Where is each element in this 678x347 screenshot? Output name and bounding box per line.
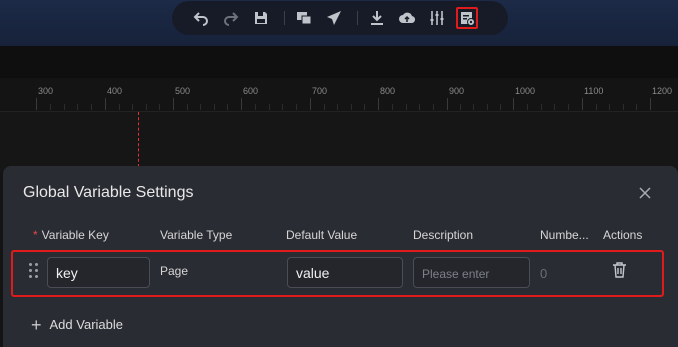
ruler-minor-tick (132, 104, 133, 110)
settings-sliders-icon[interactable] (426, 7, 448, 29)
ruler-minor-tick (541, 104, 542, 110)
global-variable-icon[interactable] (456, 7, 478, 29)
ruler-minor-tick (200, 104, 201, 110)
ruler-minor-tick (255, 104, 256, 110)
redo-icon[interactable] (220, 7, 242, 29)
ruler-minor-tick (623, 104, 624, 110)
ruler-tick-label: 900 (449, 86, 465, 96)
ruler-minor-tick (64, 104, 65, 110)
ruler-minor-tick (406, 104, 407, 110)
modal-title: Global Variable Settings (23, 184, 194, 201)
column-header-type: Variable Type (160, 228, 233, 242)
close-icon[interactable] (638, 186, 652, 200)
ruler-tick (241, 98, 242, 110)
ruler-minor-tick (487, 104, 488, 110)
canvas-area (0, 112, 678, 172)
ruler-minor-tick (77, 104, 78, 110)
required-mark: * (33, 228, 38, 242)
ruler-minor-tick (159, 104, 160, 110)
ruler-minor-tick (324, 104, 325, 110)
ruler-minor-tick (527, 104, 528, 110)
toolbar-divider (357, 11, 358, 25)
ruler-tick (378, 98, 379, 110)
ruler-tick-label: 500 (175, 86, 191, 96)
add-variable-label: Add Variable (49, 317, 123, 332)
ruler-minor-tick (473, 104, 474, 110)
ruler-minor-tick (91, 104, 92, 110)
ruler-minor-tick (337, 104, 338, 110)
ruler-minor-tick (554, 104, 555, 110)
ruler-tick-label: 1100 (584, 86, 604, 96)
ruler-minor-tick (227, 104, 228, 110)
global-variable-modal: Global Variable Settings * Variable Key V… (3, 166, 678, 347)
column-header-key-label: Variable Key (41, 228, 109, 242)
ruler-minor-tick (433, 104, 434, 110)
ruler-tick-label: 1000 (515, 86, 536, 96)
ruler-minor-tick (636, 104, 637, 110)
ruler-minor-tick (269, 104, 270, 110)
column-header-actions: Actions (603, 228, 643, 242)
ruler-tick (310, 98, 311, 110)
add-variable-button[interactable]: + Add Variable (31, 314, 123, 335)
upload-icon[interactable] (396, 7, 418, 29)
number-value: 0 (540, 266, 548, 281)
editor-stage: 300 400 500 600 700 800 900 1000 1100 12… (0, 0, 678, 347)
ruler-minor-tick (596, 104, 597, 110)
ruler-tick-label: 800 (380, 86, 396, 96)
column-header-number: Numbe... (540, 228, 589, 242)
ruler-minor-tick (609, 104, 610, 110)
ruler (0, 78, 678, 112)
ruler-tick (650, 98, 651, 110)
description-input[interactable] (413, 257, 530, 288)
preview-icon[interactable] (293, 7, 315, 29)
header-band (0, 46, 678, 78)
column-header-description: Description (413, 228, 474, 242)
ruler-minor-tick (568, 104, 569, 110)
ruler-minor-tick (392, 104, 393, 110)
ruler-minor-tick (282, 104, 283, 110)
ruler-minor-tick (50, 104, 51, 110)
ruler-tick (36, 98, 37, 110)
ruler-tick (513, 98, 514, 110)
toolbar-divider (284, 11, 285, 25)
ruler-minor-tick (296, 104, 297, 110)
ruler-minor-tick (187, 104, 188, 110)
undo-icon[interactable] (190, 7, 212, 29)
ruler-minor-tick (364, 104, 365, 110)
save-icon[interactable] (250, 7, 272, 29)
ruler-tick-label: 300 (38, 86, 54, 96)
ruler-tick (447, 98, 448, 110)
ruler-minor-tick (119, 104, 120, 110)
ruler-minor-tick (460, 104, 461, 110)
ruler-tick (582, 98, 583, 110)
ruler-tick-label: 600 (243, 86, 259, 96)
ruler-tick (173, 98, 174, 110)
plus-icon: + (31, 314, 42, 335)
default-value-input[interactable] (287, 257, 403, 288)
drag-handle-icon[interactable] (28, 263, 40, 281)
toolbar (172, 1, 508, 35)
download-icon[interactable] (366, 7, 388, 29)
variable-type-value: Page (160, 264, 189, 278)
ruler-minor-tick (146, 104, 147, 110)
ruler-tick-label: 1200 (652, 86, 673, 96)
delete-icon[interactable] (612, 262, 628, 278)
guide-line (138, 112, 139, 167)
ruler-minor-tick (419, 104, 420, 110)
ruler-minor-tick (351, 104, 352, 110)
column-header-default: Default Value (286, 228, 358, 242)
column-header-key: * Variable Key (33, 228, 109, 242)
variable-key-input[interactable] (47, 257, 150, 288)
publish-icon[interactable] (323, 7, 345, 29)
ruler-tick-label: 400 (107, 86, 123, 96)
ruler-tick (105, 98, 106, 110)
ruler-minor-tick (214, 104, 215, 110)
ruler-tick-label: 700 (312, 86, 328, 96)
ruler-minor-tick (500, 104, 501, 110)
